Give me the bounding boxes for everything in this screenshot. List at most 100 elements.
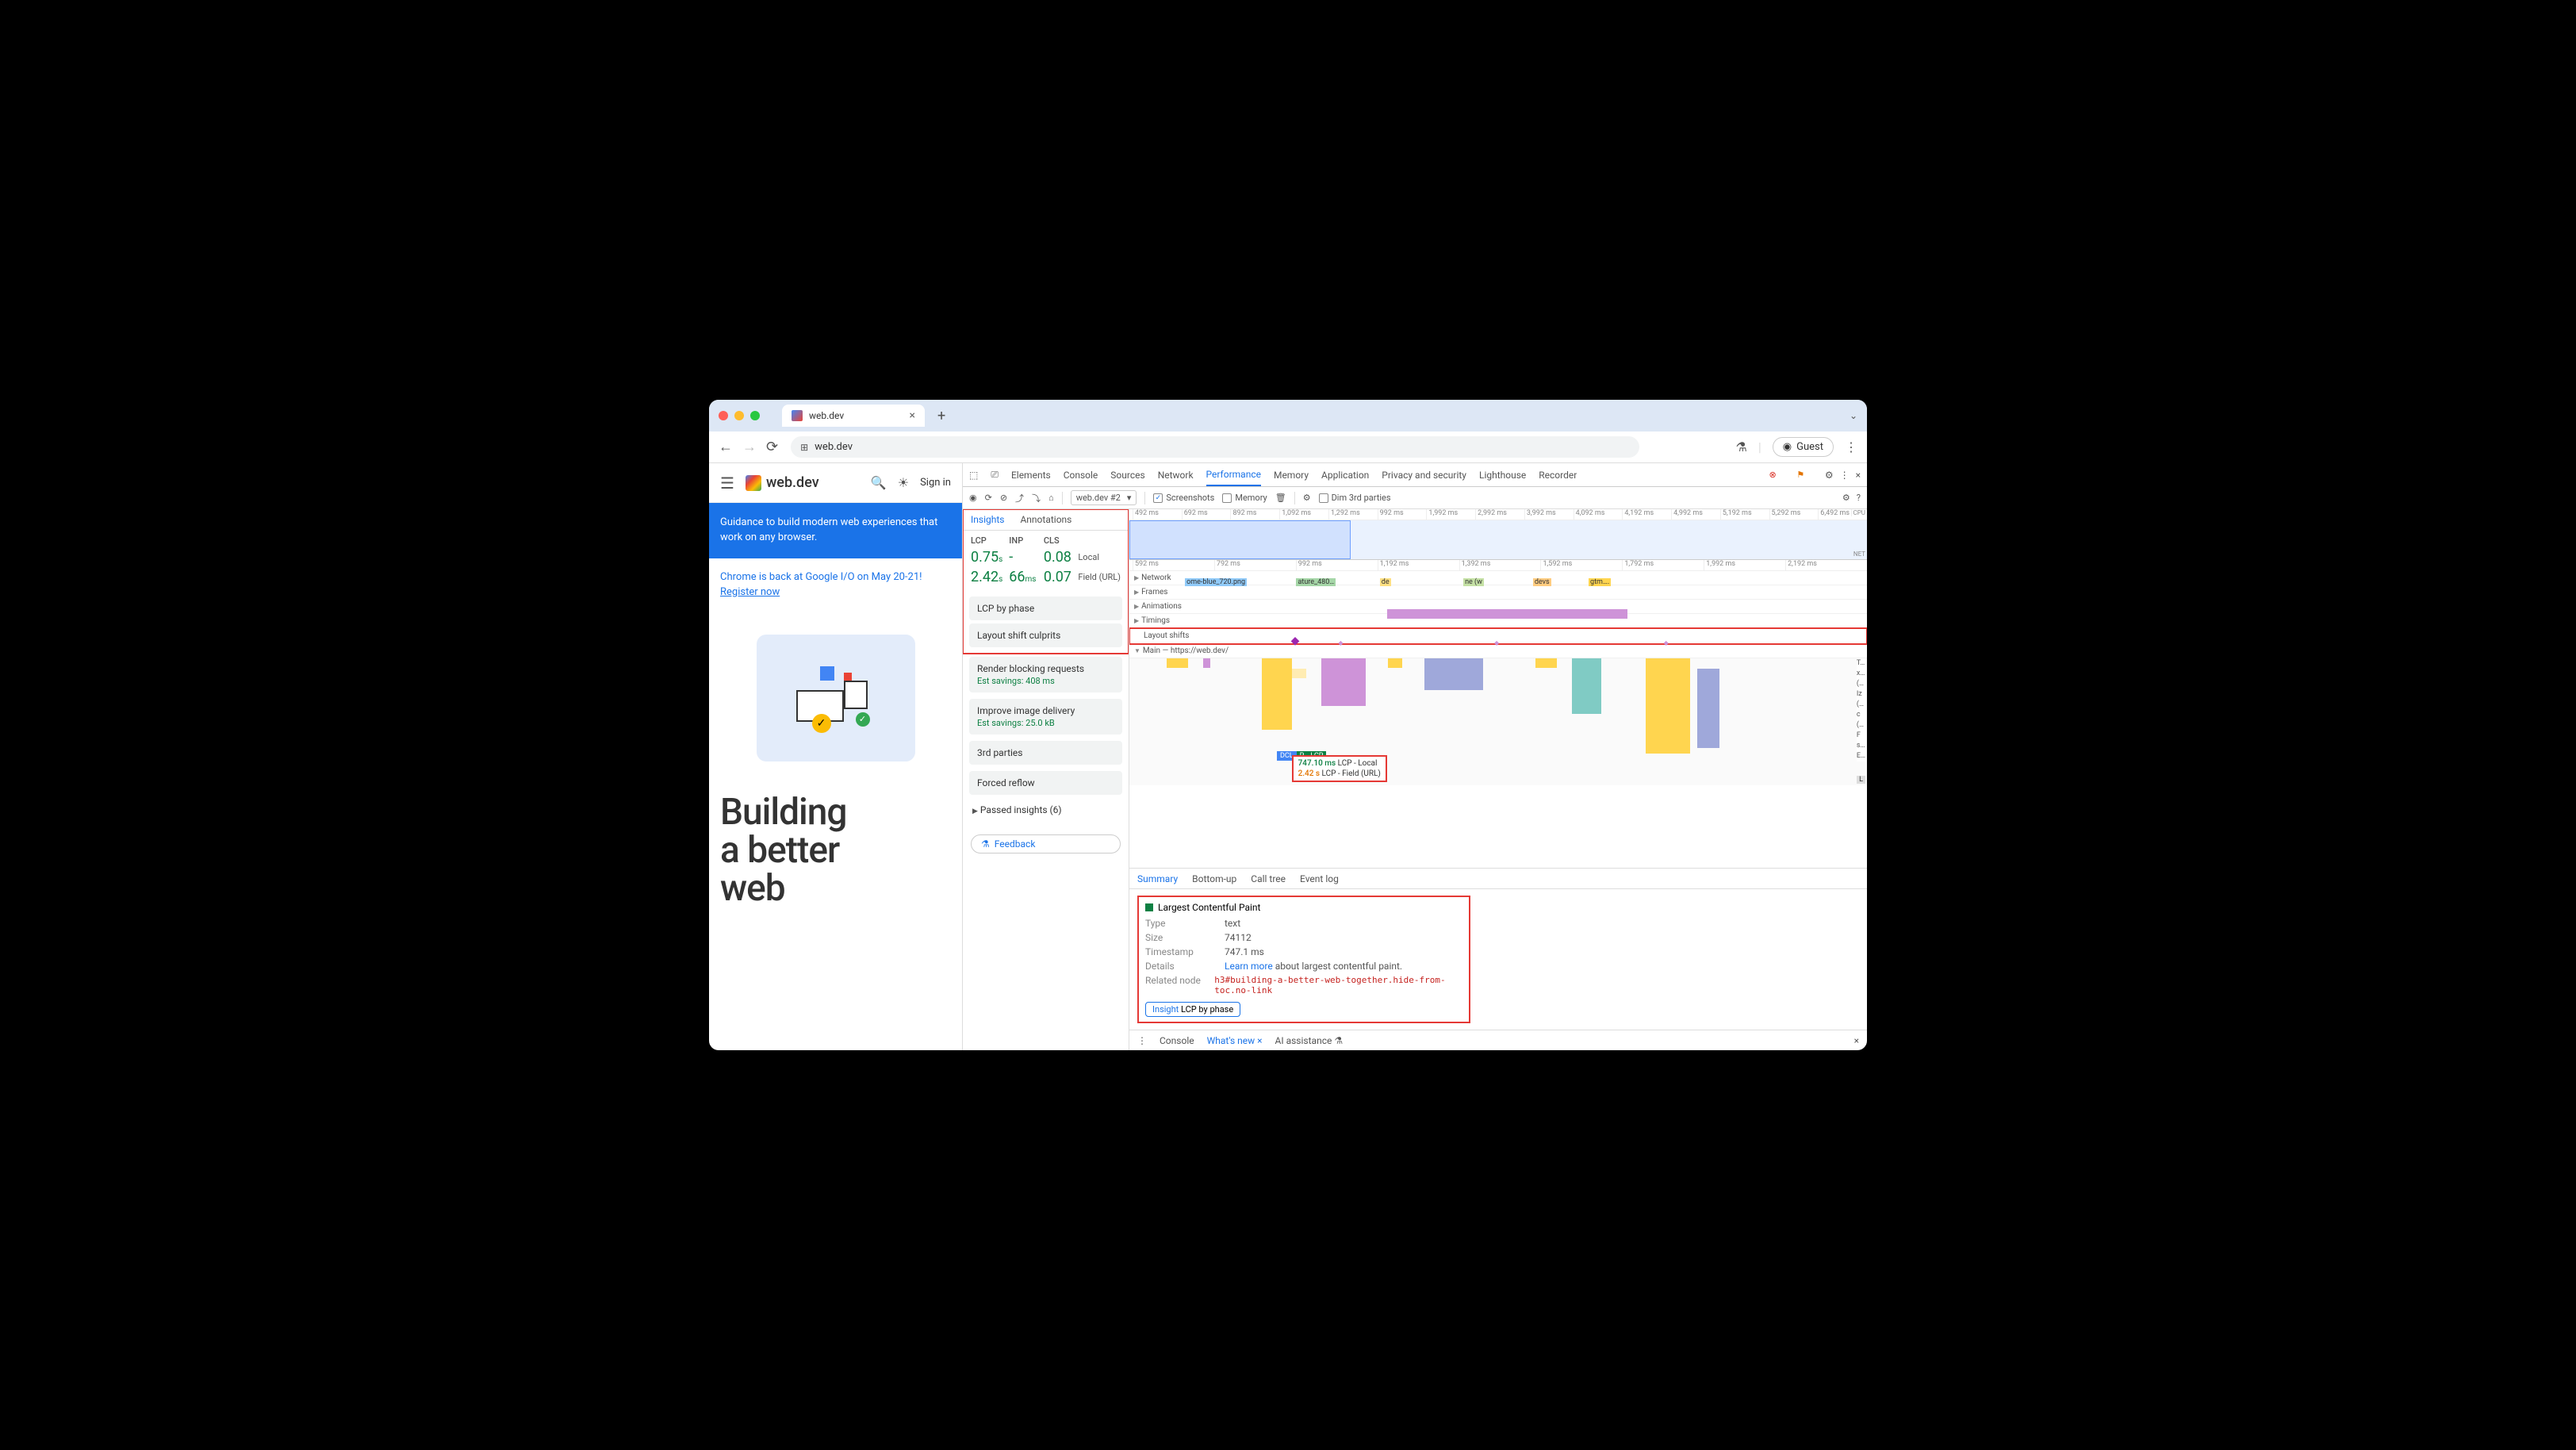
insight-image-delivery[interactable]: Improve image delivery Est savings: 25.0… [969, 699, 1122, 735]
settings-icon2[interactable]: ⚙ [1303, 493, 1311, 503]
webdev-notice: Chrome is back at Google I/O on May 20-2… [709, 558, 962, 611]
dim-3p-checkbox[interactable]: Dim 3rd parties [1319, 493, 1391, 503]
home-icon[interactable]: ⌂ [1048, 493, 1054, 503]
annotations-tab[interactable]: Annotations [1012, 509, 1079, 530]
register-link[interactable]: Register now [720, 586, 951, 598]
tab-performance[interactable]: Performance [1206, 464, 1261, 486]
trace-area: 492 ms692 ms 892 ms1,092 ms 1,292 ms992 … [1129, 509, 1867, 1050]
track-network[interactable]: ▶Network ome-blue_720.png ature_480… de … [1129, 571, 1867, 585]
settings-icon[interactable]: ⚙ [1825, 470, 1834, 481]
insight-chip[interactable]: Insight LCP by phase [1145, 1002, 1240, 1017]
profile-chip[interactable]: ◉ Guest [1773, 437, 1834, 457]
insight-lcp-phase[interactable]: LCP by phase [969, 596, 1122, 620]
tab-console[interactable]: Console [1064, 465, 1098, 485]
tab-lighthouse[interactable]: Lighthouse [1479, 465, 1526, 485]
track-layout-shifts[interactable]: Layout shifts ◆ ◆ ◆ ◆ [1129, 628, 1867, 644]
insight-3rd-parties[interactable]: 3rd parties [969, 741, 1122, 765]
tab-favicon [792, 410, 803, 421]
bottomup-tab[interactable]: Bottom-up [1192, 873, 1236, 884]
tab-privacy[interactable]: Privacy and security [1382, 465, 1466, 485]
drawer-whatsnew[interactable]: What's new × [1207, 1035, 1263, 1046]
track-animations[interactable]: ▶Animations [1129, 600, 1867, 614]
search-icon[interactable]: 🔍 [871, 475, 887, 490]
field-cls-value: 0.07 [1044, 569, 1072, 585]
webdev-logo[interactable]: web.dev [746, 474, 819, 491]
tab-memory[interactable]: Memory [1274, 465, 1309, 485]
tab-close-icon[interactable]: × [910, 409, 915, 422]
download-icon[interactable]: ⤵ [1032, 492, 1041, 504]
tab-recorder[interactable]: Recorder [1539, 465, 1577, 485]
devtools-tabs: ⬚ ⎚ Elements Console Sources Network Per… [963, 463, 1867, 487]
hamburger-icon[interactable]: ☰ [720, 474, 734, 493]
guest-icon: ◉ [1783, 441, 1792, 453]
tab-sources[interactable]: Sources [1110, 465, 1144, 485]
detail-ruler[interactable]: 592 ms792 ms 992 ms1,192 ms 1,392 ms1,59… [1129, 560, 1867, 571]
insight-cls-culprits[interactable]: Layout shift culprits [969, 623, 1122, 647]
devtools: ⬚ ⎚ Elements Console Sources Network Per… [963, 463, 1867, 1050]
track-timings[interactable]: ▶Timings [1129, 614, 1867, 628]
overview-ruler[interactable]: 492 ms692 ms 892 ms1,092 ms 1,292 ms992 … [1129, 509, 1867, 520]
field-inp-value: 66ms [1009, 569, 1037, 585]
site-settings-icon[interactable]: ⊞ [800, 442, 808, 453]
record-icon[interactable]: ◉ [969, 493, 977, 503]
reload-button[interactable]: ⟳ [766, 439, 778, 455]
forward-button[interactable]: → [742, 439, 757, 455]
feedback-button[interactable]: ⚗ Feedback [971, 834, 1121, 854]
overview-strip[interactable]: NET [1129, 520, 1867, 560]
tracks-container[interactable]: ▶Network ome-blue_720.png ature_480… de … [1129, 571, 1867, 869]
signin-link[interactable]: Sign in [920, 477, 951, 489]
warning-badge[interactable]: ⚑1 [1796, 470, 1819, 480]
tab-dropdown-icon[interactable]: ⌄ [1850, 410, 1857, 421]
track-frames[interactable]: ▶Frames [1129, 585, 1867, 600]
reload-record-icon[interactable]: ⟳ [985, 493, 992, 503]
insight-forced-reflow[interactable]: Forced reflow [969, 771, 1122, 795]
drawer-close-icon[interactable]: × [1854, 1035, 1859, 1046]
trace-select[interactable]: web.dev #2▾ [1071, 490, 1137, 505]
insight-render-blocking[interactable]: Render blocking requests Est savings: 40… [969, 657, 1122, 692]
tab-network[interactable]: Network [1158, 465, 1194, 485]
related-node[interactable]: h3#building-a-better-web-together.hide-f… [1214, 975, 1462, 995]
close-window[interactable] [719, 411, 728, 420]
drawer-console[interactable]: Console [1160, 1035, 1194, 1046]
flame-chart[interactable]: T…x…(…Iz(…c(…Fs…E… L DCLPLCP 747.10 ms L… [1129, 658, 1867, 785]
metrics-grid: LCP INP CLS 0.75s - 0.08 Local 2.42s 66m… [963, 531, 1129, 593]
url-text: web.dev [815, 441, 853, 453]
theme-icon[interactable]: ☀ [898, 475, 909, 490]
devtools-close-icon[interactable]: × [1856, 470, 1861, 481]
summary-tab[interactable]: Summary [1137, 873, 1178, 884]
maximize-window[interactable] [750, 411, 760, 420]
browser-tab[interactable]: web.dev × [782, 405, 925, 427]
labs-icon[interactable]: ⚗ [1736, 439, 1747, 455]
insights-tab[interactable]: Insights [963, 509, 1012, 530]
memory-checkbox[interactable]: Memory [1222, 493, 1267, 503]
minimize-window[interactable] [734, 411, 744, 420]
drawer-ai[interactable]: AI assistance ⚗ [1275, 1035, 1344, 1046]
inspect-icon[interactable]: ⬚ [969, 470, 978, 481]
track-main[interactable]: ▼Main — https://web.dev/ [1129, 644, 1867, 658]
device-icon[interactable]: ⎚ [991, 469, 999, 481]
url-bar[interactable]: ⊞ web.dev [791, 436, 1639, 458]
passed-insights[interactable]: ▶ Passed insights (6) [963, 798, 1129, 822]
error-badge[interactable]: ⊗2 [1769, 470, 1790, 480]
new-tab-button[interactable]: + [937, 408, 945, 424]
screenshots-checkbox[interactable]: Screenshots [1153, 493, 1214, 503]
upload-icon[interactable]: ⤴ [1015, 492, 1024, 504]
drawer-menu-icon[interactable]: ⋮ [1137, 1035, 1147, 1046]
tab-title: web.dev [809, 410, 844, 421]
browser-tab-strip: web.dev × + ⌄ [709, 400, 1867, 432]
eventlog-tab[interactable]: Event log [1300, 873, 1339, 884]
perf-settings-icon[interactable]: ⚙ [1842, 493, 1850, 503]
tab-application[interactable]: Application [1321, 465, 1369, 485]
hero-heading: Building a better web [709, 785, 962, 916]
devtools-menu-icon[interactable]: ⋮ [1840, 470, 1850, 481]
help-icon[interactable]: ? [1857, 493, 1861, 503]
browser-menu-icon[interactable]: ⋮ [1845, 439, 1857, 455]
overview-selection[interactable] [1129, 520, 1351, 559]
learn-more-link[interactable]: Learn more [1225, 961, 1273, 972]
window-controls [719, 411, 760, 420]
clear-icon[interactable]: ⊘ [1000, 493, 1007, 503]
calltree-tab[interactable]: Call tree [1251, 873, 1286, 884]
tab-elements[interactable]: Elements [1011, 465, 1051, 485]
gc-icon[interactable]: 🗑 [1275, 493, 1286, 503]
back-button[interactable]: ← [719, 439, 733, 455]
